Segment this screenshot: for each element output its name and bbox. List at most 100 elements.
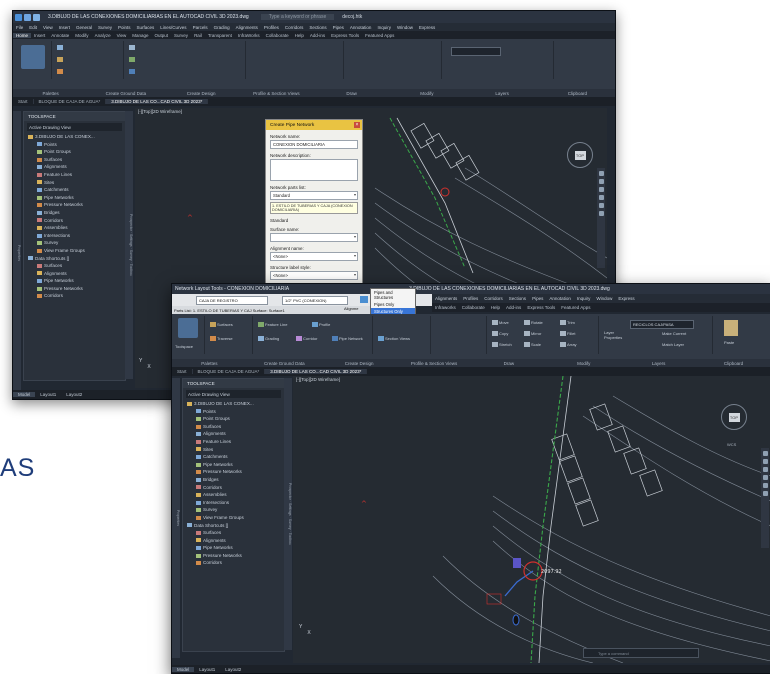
menu-item-express[interactable]: Express	[618, 296, 634, 301]
layer-combo[interactable]: RECICLOS CAJ/PASA	[630, 320, 694, 329]
alignment-combo[interactable]: <None> ▾	[270, 252, 358, 261]
status-tab-layout2[interactable]: Layout2	[61, 392, 87, 397]
structure-combo[interactable]: CAJA DE REGISTRO	[196, 296, 268, 305]
user-name[interactable]: decoj.htk	[342, 14, 362, 20]
ribbon-tab-modify[interactable]: Modify	[72, 33, 91, 38]
tree-item[interactable]: Points	[24, 141, 125, 149]
menu-item-edit[interactable]: Edit	[29, 25, 37, 30]
profile-icon[interactable]	[312, 322, 318, 328]
menu-item-parcels[interactable]: Parcels	[193, 25, 208, 30]
close-icon[interactable]: ×	[354, 122, 360, 128]
panel-title-clipboard[interactable]: Clipboard	[696, 361, 770, 366]
doc-tab-bloque-de-caja-de-agua-[interactable]: BLOQUE DE CAJA DE AGUA*	[34, 99, 107, 104]
description-field[interactable]	[270, 159, 358, 181]
properties-tab[interactable]: Properties	[13, 111, 21, 394]
menu-item-alignments[interactable]: Alignments	[236, 25, 258, 30]
pipe-network-icon[interactable]	[332, 336, 338, 342]
tree-item[interactable]: Assemblies	[183, 491, 284, 499]
command-line[interactable]: Type a command	[583, 648, 699, 658]
doc-tab-start[interactable]: Start	[172, 369, 193, 374]
layer-properties-button[interactable]: Layer Properties	[604, 330, 626, 340]
tree-item[interactable]: View Frame Groups	[183, 514, 284, 522]
tree-item[interactable]: Pipe Networks	[24, 194, 125, 202]
tree-item[interactable]: Data Shortcuts []	[24, 255, 125, 263]
panel-title-draw[interactable]: Draw	[472, 361, 547, 366]
parts-list-combo[interactable]: Standard ▾	[270, 191, 358, 200]
ribbon-tab-help[interactable]: Help	[488, 305, 503, 310]
menu-item-corridors[interactable]: Corridors	[484, 296, 503, 301]
status-tab-layout1[interactable]: Layout1	[194, 667, 220, 672]
tree-item[interactable]: Assemblies	[24, 224, 125, 232]
ribbon-tab-express-tools[interactable]: Express Tools	[328, 33, 362, 38]
structure-block[interactable]	[513, 558, 521, 568]
ribbon-tab-view[interactable]: View	[114, 33, 130, 38]
trim-icon[interactable]	[560, 320, 566, 326]
open-icon[interactable]	[24, 13, 31, 21]
section-views-icon[interactable]	[378, 336, 384, 342]
paste-icon[interactable]	[724, 320, 738, 336]
doc-tab-start[interactable]: Start	[13, 99, 34, 104]
dialog-title-bar[interactable]: Create Pipe Network ×	[266, 120, 362, 130]
feature-line-icon[interactable]	[258, 322, 264, 328]
parcel-icon[interactable]	[129, 45, 135, 51]
tree-item[interactable]: Bridges	[183, 476, 284, 484]
tree-item[interactable]: Survey	[183, 506, 284, 514]
tree-item[interactable]: Alignments	[183, 537, 284, 545]
panel-title-palettes[interactable]: Palettes	[13, 91, 88, 96]
view-cube[interactable]: TOP	[567, 142, 593, 168]
draw-pipes-icon[interactable]	[360, 296, 368, 303]
toolspace-icon[interactable]	[178, 318, 198, 338]
tree-item[interactable]: Corridors	[183, 484, 284, 492]
properties-tab[interactable]: Properties	[172, 378, 180, 658]
toolspace-icon[interactable]	[21, 45, 45, 69]
array-icon[interactable]	[560, 342, 566, 348]
scale-icon[interactable]	[524, 342, 530, 348]
corridor-icon[interactable]	[296, 336, 302, 342]
structure-marker[interactable]	[440, 187, 450, 197]
tree-item[interactable]: Surfaces	[24, 156, 125, 164]
fillet-icon[interactable]	[560, 331, 566, 337]
panel-title-modify[interactable]: Modify	[546, 361, 621, 366]
tree-item[interactable]: Survey	[24, 239, 125, 247]
tree-item[interactable]: Alignments	[24, 163, 125, 171]
menu-item-annotation[interactable]: Annotation	[549, 296, 571, 301]
ribbon-tab-featured-apps[interactable]: Featured Apps	[558, 305, 593, 310]
menu-item-file[interactable]: File	[16, 25, 23, 30]
ribbon-tab-collaborate[interactable]: Collaborate	[263, 33, 292, 38]
save-icon[interactable]	[33, 13, 40, 21]
ribbon-tab-transparent[interactable]: Transparent	[205, 33, 235, 38]
ribbon-tab-infraworks[interactable]: Infraworks	[432, 305, 459, 310]
tree-item[interactable]: 3.DIBUJO DE LAS CONEX...	[183, 400, 284, 408]
ribbon-tab-add-ins[interactable]: Add-ins	[503, 305, 524, 310]
menu-item-window[interactable]: Window	[596, 296, 612, 301]
tree-item[interactable]: Intersections	[183, 499, 284, 507]
menu-item-lines-curves[interactable]: Lines/Curves	[160, 25, 186, 30]
make-current-button[interactable]: Make Current	[662, 331, 686, 336]
tree-item[interactable]: Surfaces	[183, 529, 284, 537]
panel-title-modify[interactable]: Modify	[389, 91, 464, 96]
dropdown-option[interactable]: Pipes Only	[371, 301, 415, 308]
menu-item-insert[interactable]: Insert	[59, 25, 70, 30]
status-tab-model[interactable]: Model	[172, 666, 195, 672]
traverse-icon[interactable]	[57, 69, 63, 75]
copy-icon[interactable]	[492, 331, 498, 337]
menu-item-alignments[interactable]: Alignments	[435, 296, 457, 301]
tree-item[interactable]: Data Shortcuts []	[183, 522, 284, 530]
menu-item-inquiry[interactable]: Inquiry	[577, 296, 591, 301]
menu-item-profiles[interactable]: Profiles	[463, 296, 478, 301]
view-cube-top[interactable]: TOP	[728, 412, 740, 422]
pipe-combo[interactable]: 1/2" PVC (CONEXION)	[282, 296, 348, 305]
panel-title-draw[interactable]: Draw	[314, 91, 389, 96]
doc-tab-bloque-de-caja-de-agua-[interactable]: BLOQUE DE CAJA DE AGUA*	[193, 369, 266, 374]
ribbon-tab-help[interactable]: Help	[292, 33, 307, 38]
status-tab-layout2[interactable]: Layout2	[220, 667, 246, 672]
menu-item-pipes[interactable]: Pipes	[532, 296, 543, 301]
tree-item[interactable]: Corridors	[24, 292, 125, 300]
tree-item[interactable]: Catchments	[24, 186, 125, 194]
panel-title-clipboard[interactable]: Clipboard	[540, 91, 615, 96]
tree-item[interactable]: Bridges	[24, 209, 125, 217]
ribbon-tab-home[interactable]: Home	[13, 32, 32, 38]
ribbon-tab-featured-apps[interactable]: Featured Apps	[362, 33, 397, 38]
panel-title-create-ground-data[interactable]: Create Ground Data	[88, 91, 163, 96]
menu-item-express[interactable]: Express	[419, 25, 435, 30]
